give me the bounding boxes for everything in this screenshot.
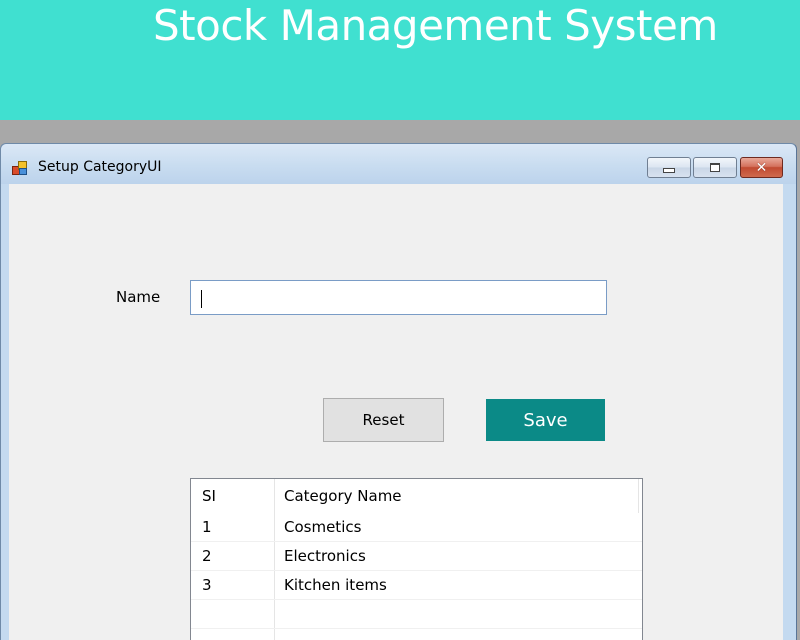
text-caret xyxy=(201,290,202,308)
list-item[interactable]: 1 Cosmetics xyxy=(191,513,642,542)
banner-title: Stock Management System xyxy=(153,1,718,50)
name-input[interactable] xyxy=(190,280,607,315)
category-name-cell: Cosmetics xyxy=(284,518,362,536)
si-cell: 2 xyxy=(191,542,275,570)
close-icon: ✕ xyxy=(755,159,768,176)
category-name-cell: Electronics xyxy=(284,547,366,565)
empty-list-row xyxy=(191,629,642,640)
form-client-area: Name Reset Save SI Category Name 1 Cosme… xyxy=(9,184,783,640)
empty-cell xyxy=(191,629,275,640)
reset-button[interactable]: Reset xyxy=(323,398,444,442)
si-cell: 3 xyxy=(191,571,275,599)
setup-category-window: Setup CategoryUI ✕ Name Reset Save SI Ca… xyxy=(0,143,797,640)
empty-list-row xyxy=(191,600,642,629)
window-titlebar[interactable]: Setup CategoryUI ✕ xyxy=(1,144,796,184)
empty-cell xyxy=(275,600,641,628)
maximize-icon xyxy=(710,163,720,172)
category-list[interactable]: SI Category Name 1 Cosmetics 2 Electroni… xyxy=(190,478,643,640)
app-banner: Stock Management System xyxy=(0,0,800,120)
si-cell: 1 xyxy=(191,513,275,541)
maximize-button[interactable] xyxy=(693,157,737,178)
window-title: Setup CategoryUI xyxy=(38,159,162,175)
close-button[interactable]: ✕ xyxy=(740,157,783,178)
minimize-button[interactable] xyxy=(647,157,691,178)
list-header: SI Category Name xyxy=(191,479,642,513)
empty-cell xyxy=(275,629,641,640)
column-header-si[interactable]: SI xyxy=(191,479,275,513)
column-header-category-name[interactable]: Category Name xyxy=(275,479,639,513)
app-window-icon[interactable] xyxy=(12,161,28,175)
category-name-cell: Kitchen items xyxy=(284,576,387,594)
minimize-icon xyxy=(663,168,675,173)
list-item[interactable]: 2 Electronics xyxy=(191,542,642,571)
save-button[interactable]: Save xyxy=(486,399,605,441)
name-label: Name xyxy=(116,288,161,306)
list-item[interactable]: 3 Kitchen items xyxy=(191,571,642,600)
empty-cell xyxy=(191,600,275,628)
